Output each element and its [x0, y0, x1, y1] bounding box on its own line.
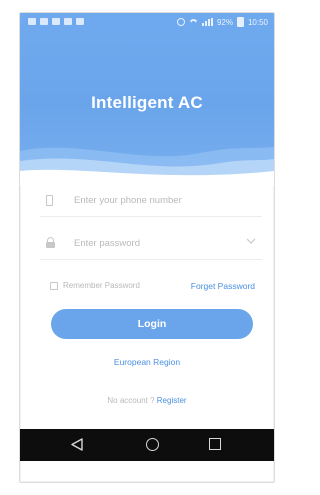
region-link[interactable]: European Region — [20, 357, 274, 367]
phone-input[interactable]: Enter your phone number — [74, 195, 182, 206]
password-field[interactable]: Enter password — [40, 231, 262, 260]
home-icon[interactable] — [146, 438, 159, 451]
remember-label: Remember Password — [63, 281, 140, 290]
forget-password-link[interactable]: Forget Password — [191, 281, 255, 291]
app-icon — [76, 18, 84, 25]
battery-percent: 92% — [216, 17, 233, 27]
alarm-icon — [176, 18, 185, 26]
wifi-icon — [189, 19, 198, 26]
notification-icon — [52, 18, 60, 25]
phone-field[interactable]: Enter your phone number — [40, 188, 262, 217]
status-left-icons — [28, 18, 84, 25]
android-nav-bar — [20, 429, 274, 461]
header-banner: 92% 10:50 Intelligent AC — [20, 13, 274, 186]
register-link[interactable]: Register — [157, 396, 187, 405]
status-right-icons: 92% 10:50 — [176, 17, 268, 27]
status-bar: 92% 10:50 — [20, 13, 274, 33]
message-icon — [64, 18, 72, 25]
signal-icon — [201, 18, 213, 26]
phone-screen: 92% 10:50 Intelligent AC Enter your phon… — [19, 12, 275, 483]
gallery-icon — [28, 18, 36, 25]
remember-password[interactable]: Remember Password — [50, 281, 140, 290]
no-account-text: No account ? — [107, 396, 155, 405]
login-button[interactable]: Login — [51, 309, 253, 339]
phone-icon — [46, 195, 53, 206]
lock-icon — [46, 237, 55, 248]
chevron-down-icon[interactable] — [246, 238, 256, 244]
remember-checkbox[interactable] — [50, 281, 58, 290]
register-prompt: No account ? Register — [20, 396, 274, 405]
password-input[interactable]: Enter password — [74, 238, 140, 249]
wave-decoration — [20, 147, 274, 186]
back-icon[interactable] — [71, 438, 83, 451]
clock: 10:50 — [247, 17, 268, 27]
notification-icon — [40, 18, 48, 25]
app-title: Intelligent AC — [91, 93, 203, 112]
recent-apps-icon[interactable] — [209, 438, 221, 450]
battery-icon — [236, 17, 244, 27]
